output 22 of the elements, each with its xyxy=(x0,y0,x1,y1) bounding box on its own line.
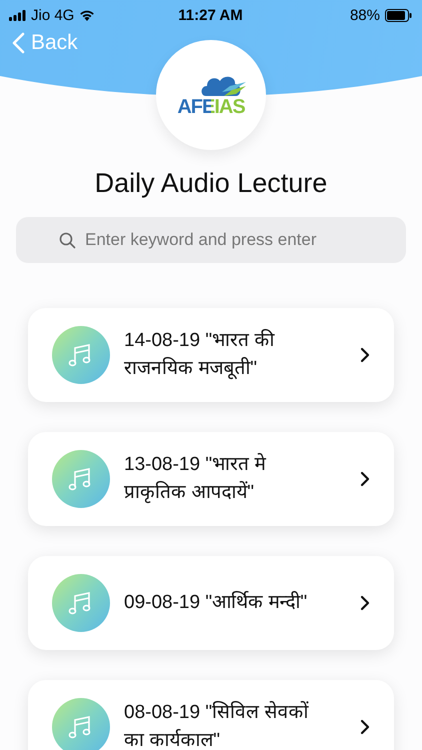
music-note-icon xyxy=(52,698,110,750)
lecture-card[interactable]: 08-08-19 "सिविल सेवकों का कार्यकाल" xyxy=(28,680,394,750)
chevron-right-icon xyxy=(360,595,370,611)
wifi-icon xyxy=(79,9,96,21)
page-title: Daily Audio Lecture xyxy=(94,168,328,199)
lecture-title: 13-08-19 "भारत मे प्राकृतिक आपदायें" xyxy=(124,452,268,506)
chevron-left-icon xyxy=(12,32,25,54)
lecture-title: 08-08-19 "सिविल सेवकों का कार्यकाल" xyxy=(124,700,310,750)
lecture-title: 14-08-19 "भारत की राजनयिक मजबूती" xyxy=(124,328,276,382)
signal-icon xyxy=(9,10,26,20)
carrier-name: Jio 4G xyxy=(31,6,74,24)
chevron-right-icon xyxy=(360,347,370,363)
chevron-right-icon xyxy=(360,471,370,487)
search-field[interactable]: Enter keyword and press enter xyxy=(16,217,406,263)
lecture-title: 09-08-19 "आर्थिक मन्दी" xyxy=(124,590,308,615)
lecture-card[interactable]: 09-08-19 "आर्थिक मन्दी" xyxy=(28,556,394,650)
clock-time: 11:27 AM xyxy=(178,6,243,24)
chevron-right-icon xyxy=(360,719,370,735)
lecture-card[interactable]: 14-08-19 "भारत की राजनयिक मजबूती" xyxy=(28,308,394,402)
lecture-card[interactable]: 13-08-19 "भारत मे प्राकृतिक आपदायें" xyxy=(28,432,394,526)
battery-percent: 88% xyxy=(350,6,380,24)
battery-icon xyxy=(384,8,412,22)
